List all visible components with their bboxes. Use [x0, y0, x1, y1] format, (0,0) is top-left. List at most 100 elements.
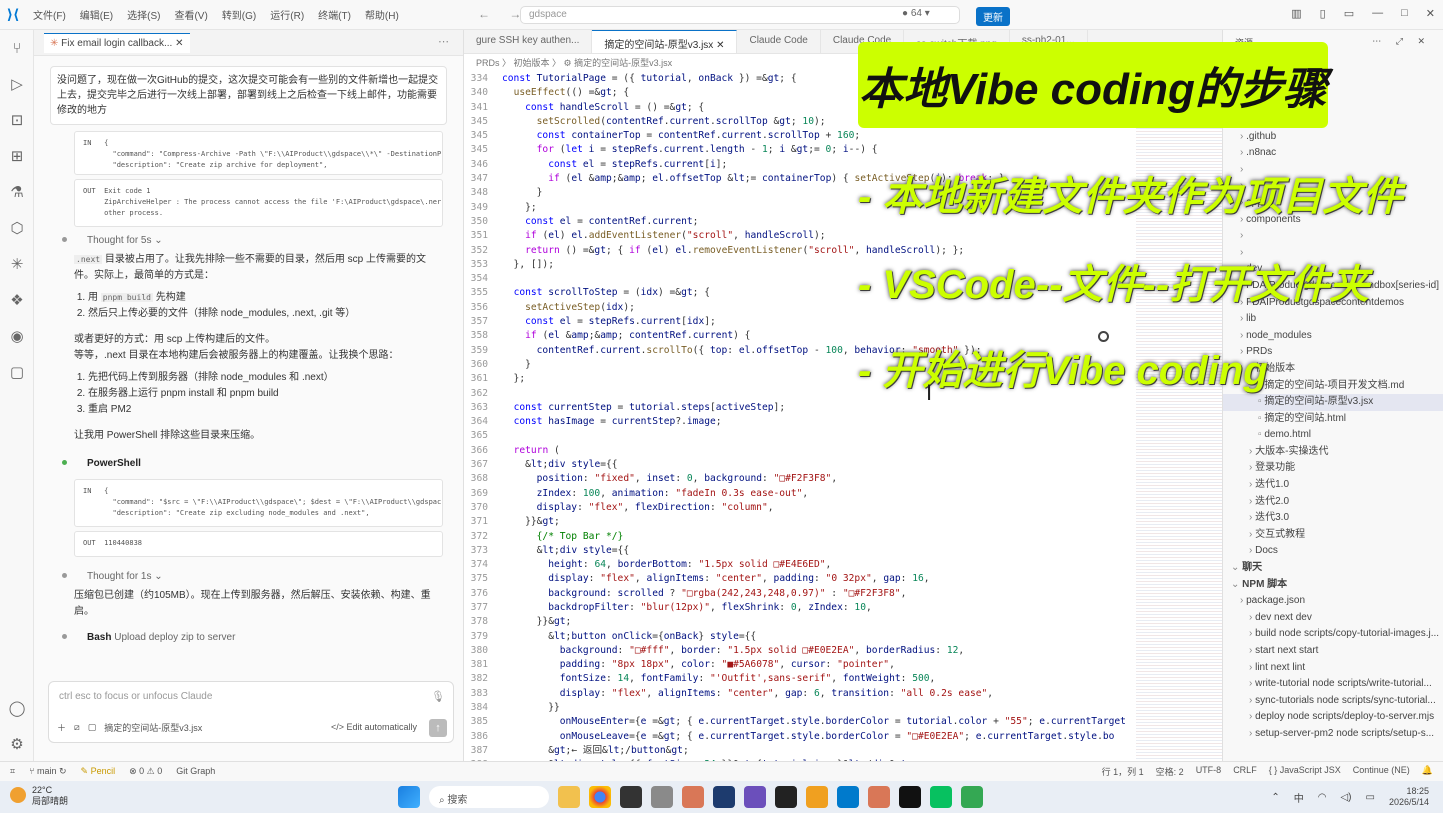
tree-item[interactable]: › lint next lint: [1223, 660, 1443, 677]
tree-item[interactable]: › Docs: [1223, 543, 1443, 560]
sidebar-toggle-icon[interactable]: ▯: [1320, 7, 1326, 20]
close-tab-icon[interactable]: ✕: [713, 40, 724, 51]
input-language[interactable]: 中: [1294, 790, 1304, 805]
account-icon[interactable]: ◯: [0, 690, 34, 726]
settings-gear-icon[interactable]: ⚙: [0, 726, 34, 762]
code-line[interactable]: 385 onMouseEnter={e =&gt; { e.currentTar…: [464, 715, 1144, 729]
code-line[interactable]: 387 &gt;← 返回&lt;/button&gt;: [464, 744, 1144, 758]
code-line[interactable]: 381 padding: "8px 18px", color: "■#5A607…: [464, 658, 1144, 672]
code-line[interactable]: 372 {/* Top Bar */}: [464, 530, 1144, 544]
editor-tab[interactable]: gure SSH key authen...: [464, 30, 593, 53]
update-button[interactable]: 更新: [976, 7, 1010, 26]
tree-item[interactable]: ›: [1223, 228, 1443, 245]
chrome-icon[interactable]: [589, 786, 611, 808]
vscode-taskbar-icon[interactable]: [837, 786, 859, 808]
panel-toggle-icon[interactable]: ▭: [1344, 7, 1354, 20]
menu-item[interactable]: 文件(F): [33, 11, 66, 22]
battery-icon[interactable]: ▭: [1366, 792, 1375, 803]
code-line[interactable]: 379 &lt;button onClick={onBack} style={{: [464, 630, 1144, 644]
app-icon[interactable]: [744, 786, 766, 808]
remote-explorer-icon[interactable]: ⊡: [0, 102, 34, 138]
chat-icon[interactable]: ▢: [0, 354, 34, 390]
tree-item[interactable]: › setup-server-pm2 node scripts/setup-s.…: [1223, 726, 1443, 743]
wechat-icon[interactable]: [930, 786, 952, 808]
minimize-button[interactable]: —: [1372, 7, 1383, 20]
notifications-icon[interactable]: 🔔: [1422, 765, 1433, 778]
tree-item[interactable]: › .github: [1223, 129, 1443, 146]
command-center-search[interactable]: gdspace: [520, 6, 960, 24]
code-line[interactable]: 384 }}: [464, 701, 1144, 715]
app-icon[interactable]: [806, 786, 828, 808]
tree-item[interactable]: › package.json: [1223, 593, 1443, 610]
file-explorer-icon[interactable]: [558, 786, 580, 808]
problems-indicator[interactable]: ⊗ 0 ⚠ 0: [129, 766, 162, 777]
git-graph-button[interactable]: Git Graph: [176, 766, 215, 777]
code-line[interactable]: 376 background: scrolled ? "□rgba(242,24…: [464, 587, 1144, 601]
network-icon[interactable]: ◠: [1318, 792, 1327, 803]
tree-item[interactable]: › lib: [1223, 311, 1443, 328]
app-icon[interactable]: [651, 786, 673, 808]
code-line[interactable]: 351 if (el) el.addEventListener("scroll"…: [464, 229, 1144, 243]
claude-app-icon[interactable]: [682, 786, 704, 808]
code-line[interactable]: 368 position: "fixed", inset: 0, backgro…: [464, 472, 1144, 486]
explorer-actions[interactable]: ⋯ ⤢ ✕: [1372, 36, 1431, 47]
weather-widget[interactable]: 22°C 局部晴朗: [10, 785, 68, 807]
code-line[interactable]: 345 const containerTop = contentRef.curr…: [464, 129, 1144, 143]
testing-icon[interactable]: ⚗: [0, 174, 34, 210]
code-line[interactable]: 370 display: "flex", flexDirection: "col…: [464, 501, 1144, 515]
code-line[interactable]: 386 onMouseLeave={e =&gt; { e.currentTar…: [464, 730, 1144, 744]
run-debug-icon[interactable]: ▷: [0, 66, 34, 102]
code-line[interactable]: 364 const hasImage = currentStep?.image;: [464, 415, 1144, 429]
tree-item[interactable]: › write-tutorial node scripts/write-tuto…: [1223, 676, 1443, 693]
menu-item[interactable]: 终端(T): [318, 11, 351, 22]
app-icon[interactable]: [713, 786, 735, 808]
code-line[interactable]: 357 const el = stepRefs.current[idx];: [464, 315, 1144, 329]
code-line[interactable]: 375 display: "flex", alignItems: "center…: [464, 572, 1144, 586]
code-line[interactable]: 383 display: "flex", alignItems: "center…: [464, 687, 1144, 701]
tree-item[interactable]: ▫ demo.html: [1223, 427, 1443, 444]
code-line[interactable]: 363 const currentStep = tutorial.steps[a…: [464, 401, 1144, 415]
menu-item[interactable]: 运行(R): [270, 11, 304, 22]
layout-icon[interactable]: ▥: [1291, 7, 1301, 20]
tree-item[interactable]: › 迭代1.0: [1223, 477, 1443, 494]
python-icon[interactable]: ❖: [0, 282, 34, 318]
code-line[interactable]: 371 }}&gt;: [464, 515, 1144, 529]
clock[interactable]: 18:25 2026/5/14: [1389, 786, 1429, 808]
code-line[interactable]: 378 }}&gt;: [464, 615, 1144, 629]
panda-app-icon[interactable]: [775, 786, 797, 808]
chat-tab-controls[interactable]: ⋯: [438, 35, 455, 48]
tree-item[interactable]: › 交互式教程: [1223, 527, 1443, 544]
indentation[interactable]: 空格: 2: [1156, 765, 1184, 778]
copilot-indicator[interactable]: ● 64 ▾: [902, 8, 930, 19]
remote-icon[interactable]: ⌗: [10, 766, 15, 777]
taskbar-search[interactable]: ⌕ 搜索: [429, 786, 549, 808]
send-button[interactable]: ↑: [429, 719, 447, 737]
chat-input-box[interactable]: ctrl esc to focus or unfocus Claude 🎙 ＋ …: [48, 681, 454, 743]
tree-item[interactable]: › deploy node scripts/deploy-to-server.m…: [1223, 709, 1443, 726]
bash-tool-header[interactable]: Bash Upload deploy zip to server: [62, 632, 463, 643]
explorer-section-header[interactable]: ⌄ 聊天: [1223, 560, 1443, 577]
tree-item[interactable]: › 迭代2.0: [1223, 494, 1443, 511]
code-line[interactable]: 367 &lt;div style={{: [464, 458, 1144, 472]
thought-toggle[interactable]: Thought for 1s ⌄: [62, 571, 463, 582]
tree-item[interactable]: › start next start: [1223, 643, 1443, 660]
code-line[interactable]: 382 fontSize: 14, fontFamily: "'Outfit',…: [464, 672, 1144, 686]
maximize-button[interactable]: □: [1401, 7, 1408, 20]
thought-toggle[interactable]: Thought for 5s ⌄: [62, 235, 463, 246]
menu-item[interactable]: 转到(G): [222, 11, 256, 22]
tree-item[interactable]: › sync-tutorials node scripts/sync-tutor…: [1223, 693, 1443, 710]
encoding[interactable]: UTF-8: [1196, 765, 1222, 778]
tree-item[interactable]: ▫ 摘定的空间站-原型v3.jsx: [1223, 394, 1443, 411]
continue-button[interactable]: Continue (NE): [1353, 765, 1410, 778]
slash-command-icon[interactable]: ⧄: [74, 722, 80, 733]
extensions-icon[interactable]: ⊞: [0, 138, 34, 174]
code-line[interactable]: 365: [464, 429, 1144, 443]
code-line[interactable]: 345 for (let i = stepRefs.current.length…: [464, 143, 1144, 157]
claude-icon[interactable]: ✳: [0, 246, 34, 282]
tree-item[interactable]: › build node scripts/copy-tutorial-image…: [1223, 626, 1443, 643]
pencil-indicator[interactable]: ✎ Pencil: [81, 766, 116, 777]
code-line[interactable]: 366 return (: [464, 444, 1144, 458]
edit-mode-toggle[interactable]: </> Edit automatically: [331, 722, 417, 732]
branch-indicator[interactable]: ⑂ main ↻: [29, 766, 66, 777]
tree-item[interactable]: › .n8nac: [1223, 145, 1443, 162]
